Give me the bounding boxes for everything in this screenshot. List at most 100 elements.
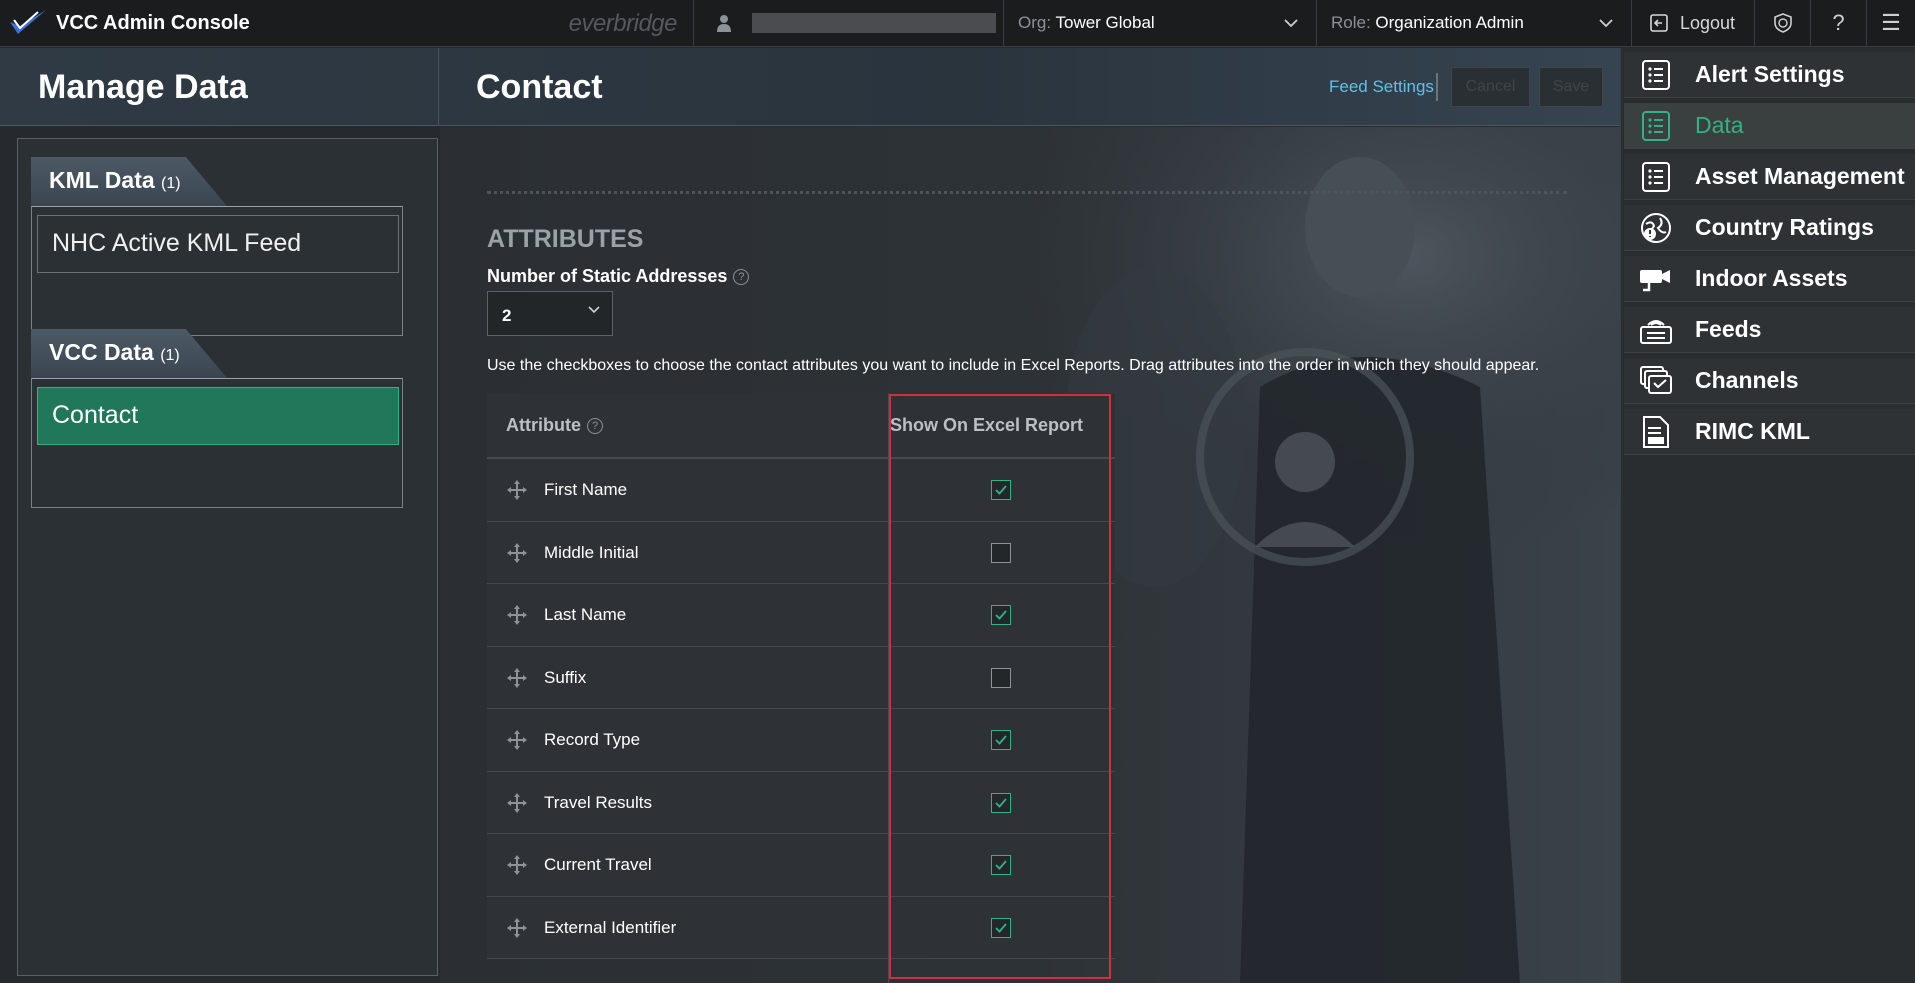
globe-shield-icon [1773,13,1792,33]
list-icon [1639,110,1673,142]
section-title: Manage Data [38,68,248,106]
drag-handle-icon[interactable] [506,667,528,689]
attribute-name: Record Type [544,730,641,749]
nav-item-alert-settings[interactable]: Alert Settings [1624,52,1915,98]
logout-icon [1650,14,1668,32]
header-divider [1436,73,1438,101]
drag-handle-icon[interactable] [506,729,528,751]
org-label: Org: [1018,13,1052,32]
attributes-heading: ATTRIBUTES [487,225,644,253]
everbridge-logo: everbridge [568,10,678,37]
top-bar: VCC Admin Console everbridge Org: Tower … [0,0,1915,47]
org-select[interactable]: Org: Tower Global [1004,0,1317,46]
group-count: (1) [160,347,180,364]
globe-shield-button[interactable] [1755,0,1811,46]
nav-item-label: Feeds [1695,316,1762,342]
hamburger-icon: ☰ [1881,10,1901,35]
main-content: ATTRIBUTES Number of Static Addresses? 2… [440,127,1620,983]
column-header-attribute-text: Attribute [506,415,581,435]
static-addresses-value: 2 [502,306,512,325]
group-tab-kml: KML Data (1) [31,157,227,206]
nav-item-label: Alert Settings [1695,61,1845,87]
logout-button[interactable]: Logout [1632,0,1755,46]
static-addresses-label-text: Number of Static Addresses [487,266,728,286]
right-nav: Alert Settings Data Asset Management Countr… [1620,48,1915,983]
drag-handle-icon[interactable] [506,917,528,939]
chevron-down-icon [1599,18,1613,27]
feed-icon [1639,314,1673,346]
help-icon: ? [1832,10,1845,35]
org-value: Tower Global [1055,13,1155,32]
nav-item-rimc-kml[interactable]: RIMC KML [1624,409,1915,455]
brand-area: VCC Admin Console everbridge [0,0,694,46]
user-icon [717,15,731,32]
kml-file-icon [1639,415,1673,448]
list-item-kml-feed[interactable]: NHC Active KML Feed [37,215,399,273]
highlight-box [889,394,1111,979]
nav-item-label: Channels [1695,367,1799,393]
drag-handle-icon[interactable] [506,854,528,876]
attribute-name: Travel Results [544,792,653,812]
list-icon [1639,161,1673,193]
group-count: (1) [161,175,181,192]
role-select[interactable]: Role: Organization Admin [1317,0,1632,46]
nav-item-country-ratings[interactable]: Country Ratings [1624,205,1915,251]
logout-label: Logout [1680,12,1736,33]
app-title: VCC Admin Console [56,11,250,34]
data-source-box: KML Data (1) NHC Active KML Feed VCC Dat… [17,138,438,976]
nav-item-label: Data [1695,112,1744,138]
page-header: Manage Data Contact Feed Settings Cancel… [0,48,1620,126]
menu-button[interactable]: ☰ [1867,0,1915,46]
attribute-name: External Identifier [544,917,677,937]
user-area[interactable] [694,0,1004,46]
nav-item-channels[interactable]: Channels [1624,358,1915,404]
nav-item-label: Asset Management [1695,163,1905,189]
list-item-contact[interactable]: Contact [37,387,399,445]
channels-icon [1639,365,1673,397]
group-list-kml: NHC Active KML Feed [31,206,403,336]
data-source-panel: KML Data (1) NHC Active KML Feed VCC Dat… [0,127,439,983]
user-name-redacted [752,13,996,33]
nav-item-indoor-assets[interactable]: Indoor Assets [1624,256,1915,302]
attribute-name: Middle Initial [544,542,639,562]
nav-item-asset-management[interactable]: Asset Management [1624,154,1915,200]
column-header-attribute: Attribute? [506,415,603,436]
section-header: Manage Data [0,48,439,126]
attribute-name: Current Travel [544,855,652,874]
divider [487,191,1567,194]
group-tab-vcc: VCC Data (1) [31,329,227,378]
drag-handle-icon[interactable] [506,792,528,814]
drag-handle-icon[interactable] [506,479,528,501]
page-title: Contact [476,68,603,106]
nav-item-feeds[interactable]: Feeds [1624,307,1915,353]
static-addresses-select[interactable]: 2 [487,291,613,336]
vcc-logo-icon [10,10,46,34]
nav-item-label: Indoor Assets [1695,265,1848,291]
nav-item-label: Country Ratings [1695,214,1874,240]
camera-icon [1639,263,1673,295]
chevron-down-icon [1284,18,1298,27]
drag-handle-icon[interactable] [506,604,528,626]
role-select-text: Role: Organization Admin [1331,13,1524,33]
org-select-text: Org: Tower Global [1018,13,1155,33]
instructions-text: Use the checkboxes to choose the contact… [487,357,1540,374]
cancel-button[interactable]: Cancel [1451,67,1530,107]
help-icon[interactable]: ? [587,418,603,434]
group-list-vcc: Contact [31,378,403,508]
attribute-name: First Name [544,480,628,499]
group-title: VCC Data [49,339,154,365]
feed-settings-link[interactable]: Feed Settings [1329,77,1434,97]
help-button[interactable]: ? [1811,0,1867,46]
nav-item-data[interactable]: Data [1624,103,1915,149]
list-icon [1639,59,1673,91]
attribute-name: Suffix [544,667,587,687]
static-addresses-label: Number of Static Addresses? [487,266,750,287]
drag-handle-icon[interactable] [506,542,528,564]
save-button[interactable]: Save [1539,67,1603,107]
chevron-down-icon [588,306,600,314]
attribute-name: Last Name [544,605,627,624]
globe-alert-icon [1639,212,1673,244]
role-value: Organization Admin [1375,13,1524,32]
help-icon[interactable]: ? [733,269,750,285]
role-label: Role: [1331,13,1371,32]
